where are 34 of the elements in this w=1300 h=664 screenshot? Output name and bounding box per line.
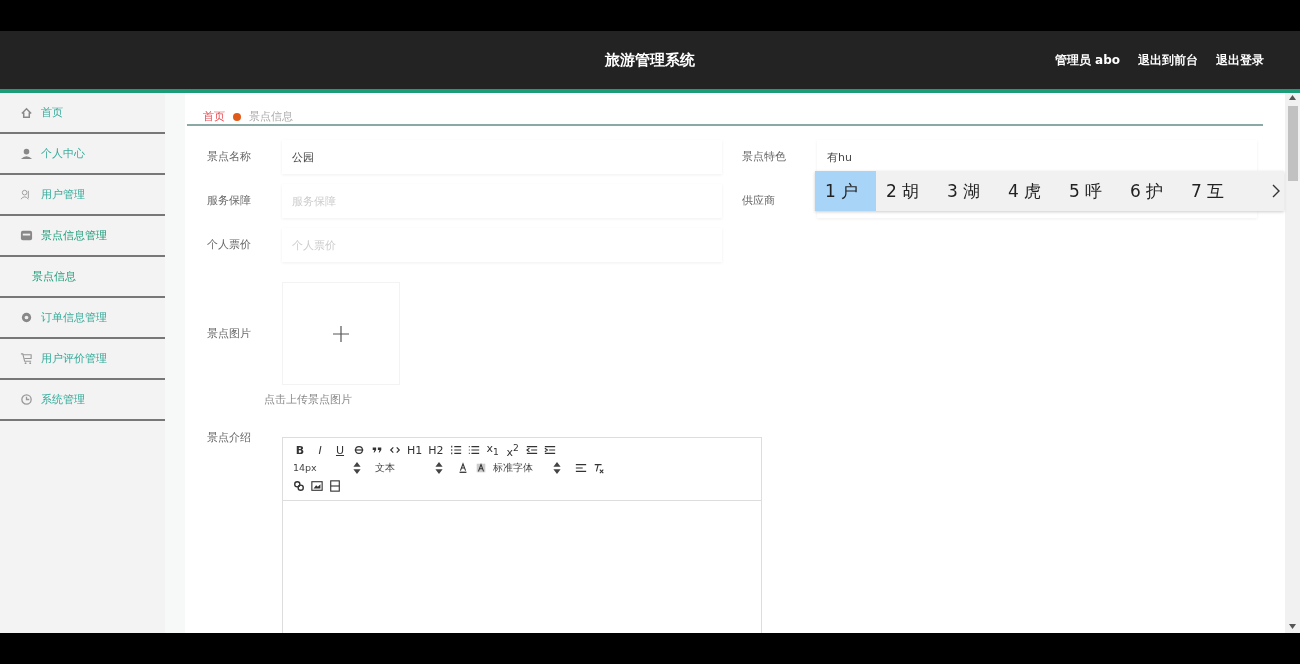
ime-candidate[interactable]: 6 护 <box>1120 171 1181 211</box>
field-label: 景点名称 <box>206 150 252 164</box>
toolbar-button[interactable]: H1 <box>407 443 423 457</box>
ime-candidate[interactable]: 3 湖 <box>937 171 998 211</box>
app-title: 旅游管理系统 <box>605 50 695 69</box>
field-label: 景点特色 <box>741 150 787 164</box>
ime-candidate[interactable]: 2 胡 <box>876 171 937 211</box>
rich-text-editor[interactable]: B I U H1 H2 x$_{1}$ x$^{2}$ 14px 文本 标准字体 <box>282 437 762 633</box>
header-link[interactable]: 退出到前台 <box>1138 51 1198 69</box>
breadcrumb-link[interactable]: 首页 <box>203 109 225 124</box>
toolbar-button[interactable]: x$^{2}$ <box>505 441 520 459</box>
toolbar-button[interactable]: H2 <box>428 443 444 457</box>
input-field[interactable]: 公园 <box>282 140 722 174</box>
toolbar-dropdown[interactable]: 14px <box>293 462 363 474</box>
field-label: 景点图片 <box>206 326 252 341</box>
upload-hint: 点击上传景点图片 <box>264 393 353 407</box>
breadcrumb-current: 景点信息 <box>249 109 293 124</box>
field-label: 景点介绍 <box>206 431 252 445</box>
toolbar-dropdown[interactable]: 文本 <box>375 461 445 475</box>
ime-candidate[interactable]: 1 户 <box>815 171 876 211</box>
toolbar-button[interactable]: x$_{1}$ <box>485 442 500 458</box>
field-label: 服务保障 <box>206 194 252 208</box>
ime-candidate[interactable]: 5 呼 <box>1059 171 1120 211</box>
ime-candidate[interactable]: 4 虎 <box>998 171 1059 211</box>
field-label: 供应商 <box>741 194 776 208</box>
header-link[interactable]: 管理员 abo <box>1054 51 1120 69</box>
toolbar-button[interactable]: U <box>333 443 347 457</box>
toolbar-dropdown[interactable]: 标准字体 <box>493 461 563 475</box>
toolbar-button[interactable]: I <box>313 443 327 457</box>
toolbar-button[interactable]: B <box>293 443 307 457</box>
ime-candidate[interactable]: 7 互 <box>1181 171 1242 211</box>
field-label: 个人票价 <box>206 238 252 252</box>
header-link[interactable]: 退出登录 <box>1216 51 1264 69</box>
input-field[interactable]: 有hu <box>817 140 1257 174</box>
